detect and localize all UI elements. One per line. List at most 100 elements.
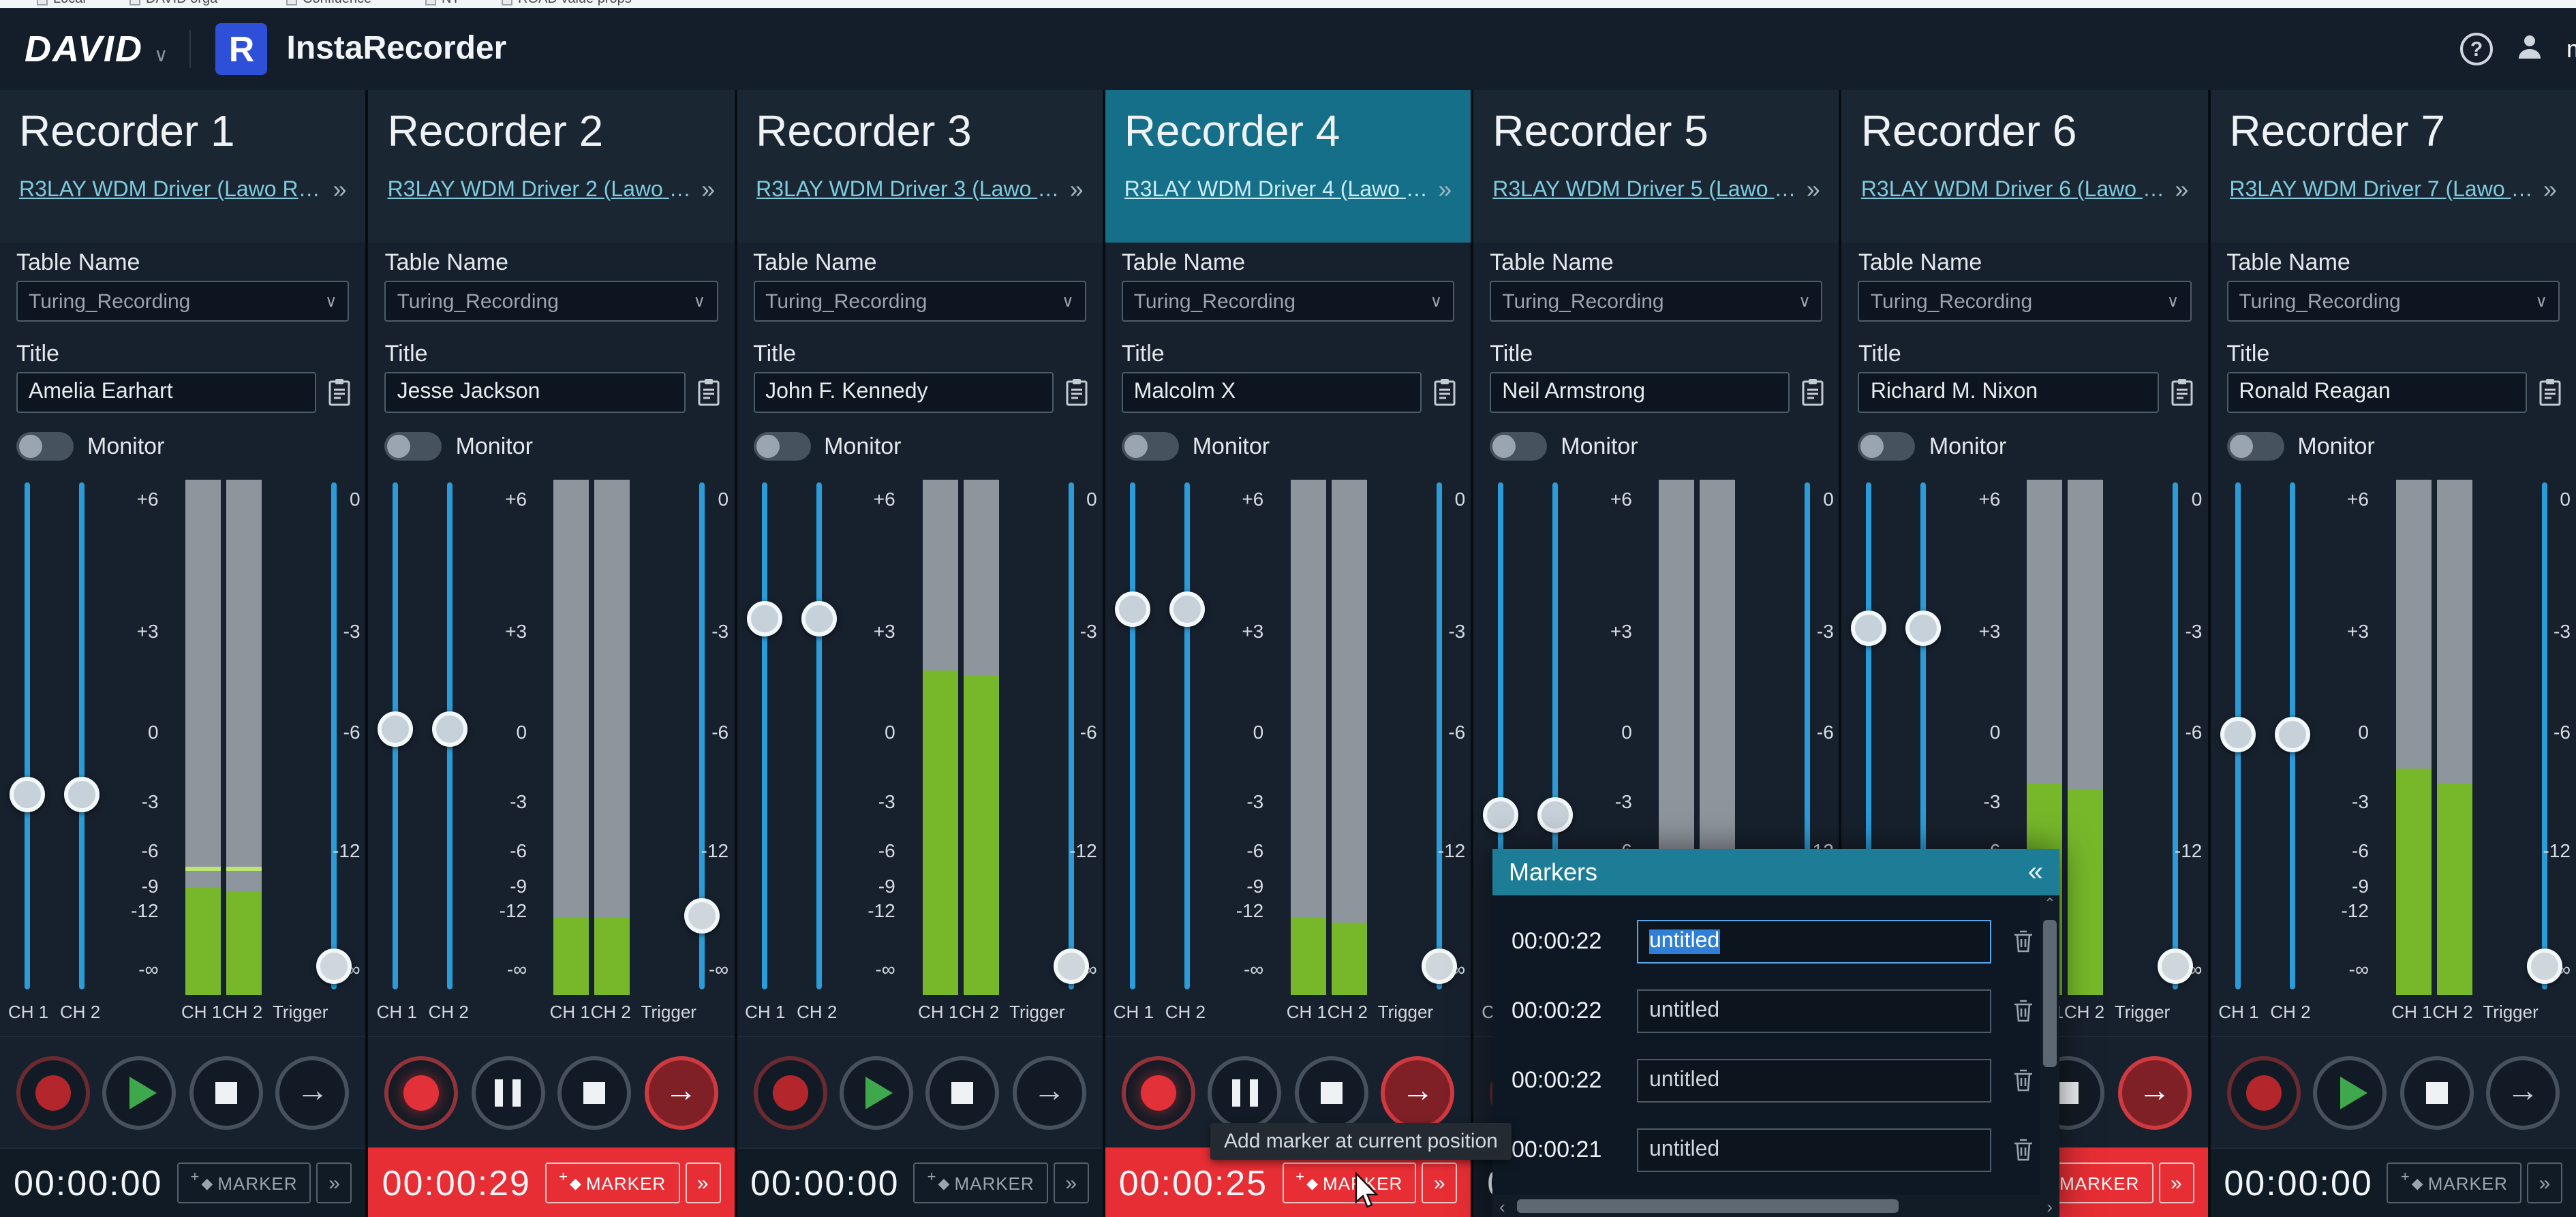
- expand-icon[interactable]: »: [701, 176, 715, 204]
- help-icon[interactable]: ?: [2460, 33, 2493, 65]
- add-marker-button[interactable]: + ◆ MARKER: [177, 1162, 311, 1203]
- table-name-select[interactable]: Turing_Recording ∨: [1490, 281, 1823, 322]
- ch2-fader-track[interactable]: [1184, 482, 1190, 989]
- ch1-fader-knob[interactable]: [378, 711, 414, 748]
- monitor-toggle[interactable]: [1858, 432, 1916, 461]
- paste-icon[interactable]: [1798, 378, 1828, 407]
- record-button[interactable]: [1121, 1056, 1195, 1129]
- ch2-fader-knob[interactable]: [432, 711, 468, 748]
- play-pause-button[interactable]: [1208, 1056, 1282, 1129]
- record-button[interactable]: [384, 1056, 459, 1129]
- trigger-fader-track[interactable]: [1436, 482, 1442, 989]
- marker-expand-button[interactable]: »: [1422, 1162, 1458, 1203]
- bookmark-item[interactable]: Confluence: [286, 0, 371, 7]
- ch2-fader-knob[interactable]: [2274, 717, 2310, 752]
- add-marker-button[interactable]: + ◆ MARKER: [545, 1162, 680, 1203]
- title-input[interactable]: Neil Armstrong: [1490, 372, 1790, 413]
- trigger-fader-track[interactable]: [2541, 482, 2547, 989]
- bookmark-item[interactable]: Local: [37, 0, 86, 7]
- bookmark-item[interactable]: DAVID orga: [129, 0, 217, 7]
- scrollbar-thumb[interactable]: [2043, 920, 2057, 1067]
- skip-to-end-button[interactable]: →: [2485, 1056, 2560, 1129]
- monitor-toggle[interactable]: [1490, 432, 1548, 461]
- trash-icon[interactable]: [2005, 929, 2040, 953]
- trash-icon[interactable]: [2005, 999, 2040, 1022]
- marker-name-input[interactable]: untitled: [1637, 1128, 1991, 1171]
- bookmark-item[interactable]: NT: [425, 0, 460, 7]
- marker-expand-button[interactable]: »: [685, 1162, 721, 1203]
- monitor-toggle[interactable]: [1121, 432, 1179, 461]
- expand-icon[interactable]: »: [1438, 176, 1452, 204]
- skip-to-end-button[interactable]: →: [1012, 1056, 1086, 1129]
- expand-icon[interactable]: »: [2175, 176, 2188, 204]
- trigger-fader-knob[interactable]: [1421, 949, 1457, 985]
- trigger-fader-track[interactable]: [1068, 482, 1074, 989]
- ch1-fader-track[interactable]: [1129, 482, 1135, 989]
- ch2-fader-knob[interactable]: [1537, 797, 1574, 833]
- marker-name-input[interactable]: untitled: [1637, 1058, 1991, 1102]
- title-input[interactable]: Richard M. Nixon: [1858, 372, 2159, 413]
- stop-button[interactable]: [189, 1056, 263, 1129]
- expand-icon[interactable]: »: [1070, 176, 1084, 204]
- recorder-header[interactable]: Recorder 1 R3LAY WDM Driver (Lawo R3L...…: [0, 90, 366, 243]
- marker-expand-button[interactable]: »: [2526, 1162, 2562, 1203]
- table-name-select[interactable]: Turing_Recording ∨: [1858, 281, 2192, 322]
- ch1-fader-track[interactable]: [25, 482, 30, 989]
- record-button[interactable]: [753, 1056, 827, 1129]
- title-input[interactable]: Jesse Jackson: [384, 372, 686, 413]
- play-pause-button[interactable]: [2313, 1056, 2387, 1129]
- david-logo[interactable]: DAVID ∨: [25, 28, 168, 70]
- trash-icon[interactable]: [2005, 1138, 2040, 1161]
- play-pause-button[interactable]: [471, 1056, 545, 1129]
- driver-link[interactable]: R3LAY WDM Driver 7 (Lawo R...: [2229, 178, 2535, 202]
- monitor-toggle[interactable]: [384, 432, 442, 461]
- title-input[interactable]: Amelia Earhart: [16, 372, 317, 413]
- ch2-fader-knob[interactable]: [801, 600, 837, 636]
- monitor-toggle[interactable]: [753, 432, 811, 461]
- driver-link[interactable]: R3LAY WDM Driver (Lawo R3L...: [19, 178, 325, 202]
- expand-icon[interactable]: »: [2543, 176, 2557, 204]
- marker-expand-button[interactable]: »: [316, 1162, 352, 1203]
- driver-link[interactable]: R3LAY WDM Driver 2 (Lawo R...: [388, 178, 694, 202]
- record-button[interactable]: [2226, 1056, 2301, 1129]
- paste-icon[interactable]: [2166, 378, 2196, 407]
- skip-to-end-button[interactable]: →: [2117, 1056, 2192, 1129]
- title-input[interactable]: John F. Kennedy: [753, 372, 1054, 413]
- scroll-left-icon[interactable]: ‹: [1499, 1196, 1505, 1216]
- chevron-down-icon[interactable]: ∨: [154, 43, 168, 66]
- stop-button[interactable]: [925, 1056, 1000, 1129]
- trigger-fader-track[interactable]: [331, 482, 337, 989]
- ch1-fader-knob[interactable]: [10, 777, 45, 813]
- monitor-toggle[interactable]: [16, 432, 74, 461]
- ch1-fader-knob[interactable]: [746, 600, 782, 636]
- trash-icon[interactable]: [2005, 1068, 2040, 1092]
- trigger-fader-knob[interactable]: [684, 898, 720, 934]
- paste-icon[interactable]: [2535, 378, 2565, 407]
- table-name-select[interactable]: Turing_Recording ∨: [753, 281, 1086, 322]
- ch1-fader-knob[interactable]: [1483, 797, 1519, 833]
- ch1-fader-knob[interactable]: [1114, 591, 1150, 626]
- table-name-select[interactable]: Turing_Recording ∨: [16, 281, 350, 322]
- play-pause-button[interactable]: [102, 1056, 177, 1129]
- driver-link[interactable]: R3LAY WDM Driver 4 (Lawo R...: [1124, 178, 1430, 202]
- trigger-fader-track[interactable]: [2173, 482, 2179, 989]
- paste-icon[interactable]: [1430, 378, 1460, 407]
- table-name-select[interactable]: Turing_Recording ∨: [1121, 281, 1455, 322]
- driver-link[interactable]: R3LAY WDM Driver 3 (Lawo R...: [756, 178, 1062, 202]
- scrollbar-thumb[interactable]: [1517, 1199, 1899, 1213]
- recorder-header[interactable]: Recorder 6 R3LAY WDM Driver 6 (Lawo R...…: [1841, 90, 2208, 243]
- ch1-fader-knob[interactable]: [2220, 717, 2256, 752]
- expand-icon[interactable]: »: [1807, 176, 1820, 204]
- add-marker-button[interactable]: + ◆ MARKER: [913, 1162, 1048, 1203]
- ch2-fader-track[interactable]: [816, 482, 822, 989]
- stop-button[interactable]: [2399, 1056, 2474, 1129]
- add-marker-button[interactable]: + ◆ MARKER: [2387, 1162, 2521, 1203]
- record-button[interactable]: [16, 1056, 90, 1129]
- recorder-header[interactable]: Recorder 5 R3LAY WDM Driver 5 (Lawo R...…: [1473, 90, 1839, 243]
- skip-to-end-button[interactable]: →: [275, 1056, 350, 1129]
- table-name-select[interactable]: Turing_Recording ∨: [2226, 281, 2560, 322]
- ch2-fader-knob[interactable]: [64, 777, 99, 813]
- table-name-select[interactable]: Turing_Recording ∨: [384, 281, 718, 322]
- trigger-fader-knob[interactable]: [1053, 949, 1089, 985]
- add-marker-button[interactable]: + ◆ MARKER: [1282, 1162, 1417, 1203]
